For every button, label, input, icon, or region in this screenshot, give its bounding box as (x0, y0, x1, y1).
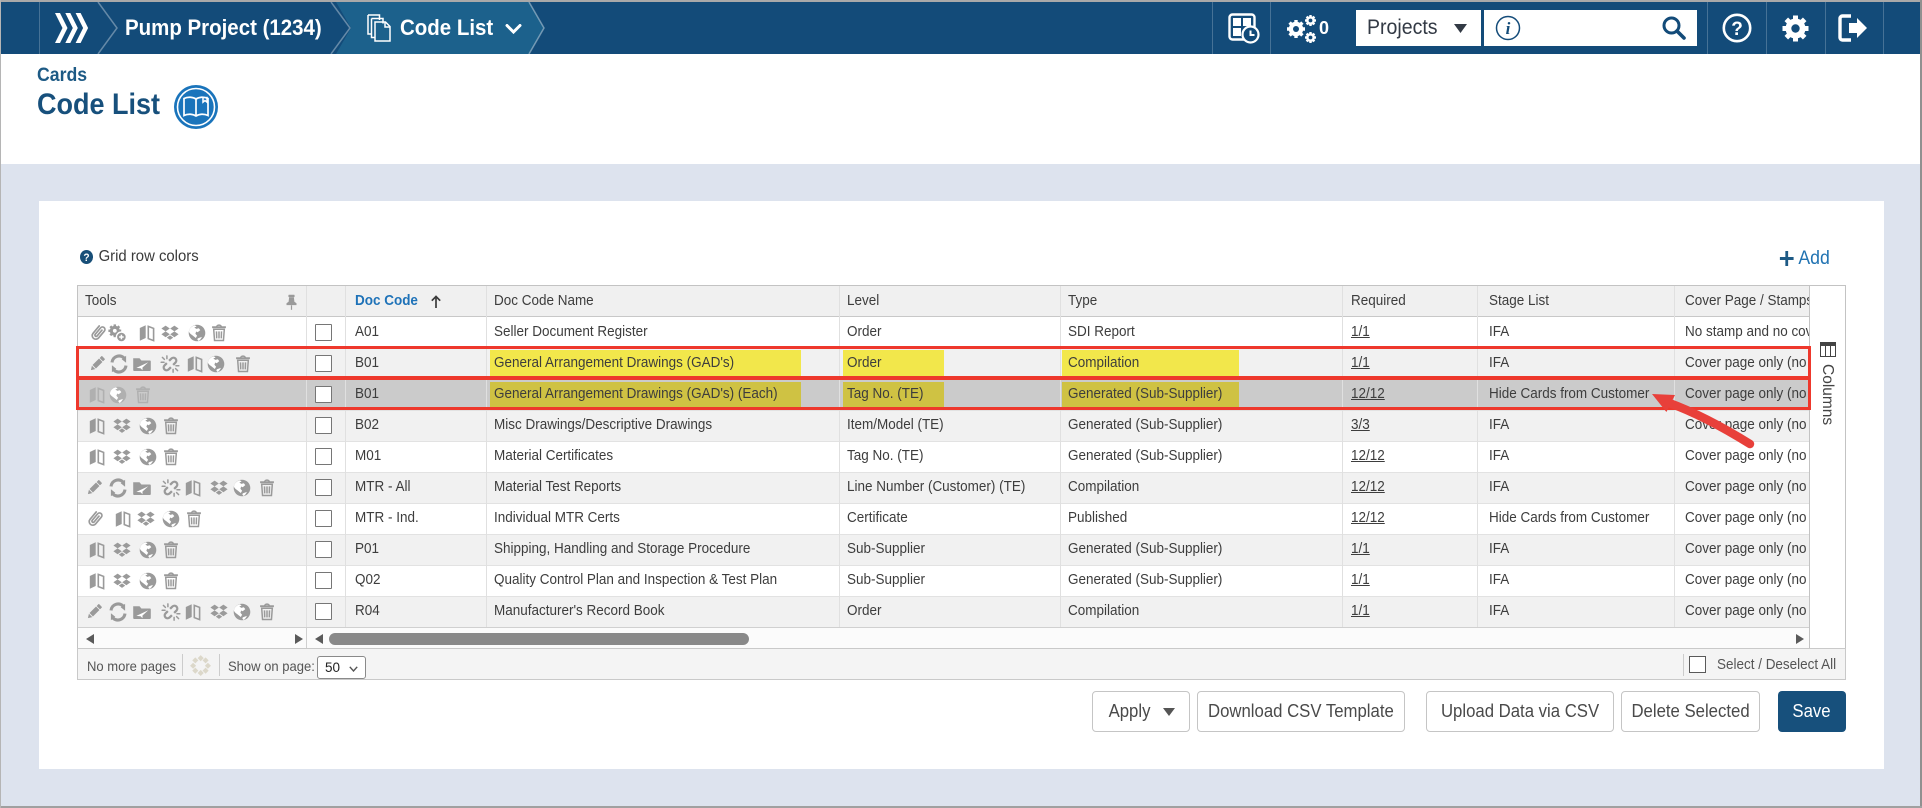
svg-text:i: i (1506, 19, 1511, 38)
svg-text:?: ? (83, 252, 89, 264)
svg-text:?: ? (1731, 19, 1743, 40)
